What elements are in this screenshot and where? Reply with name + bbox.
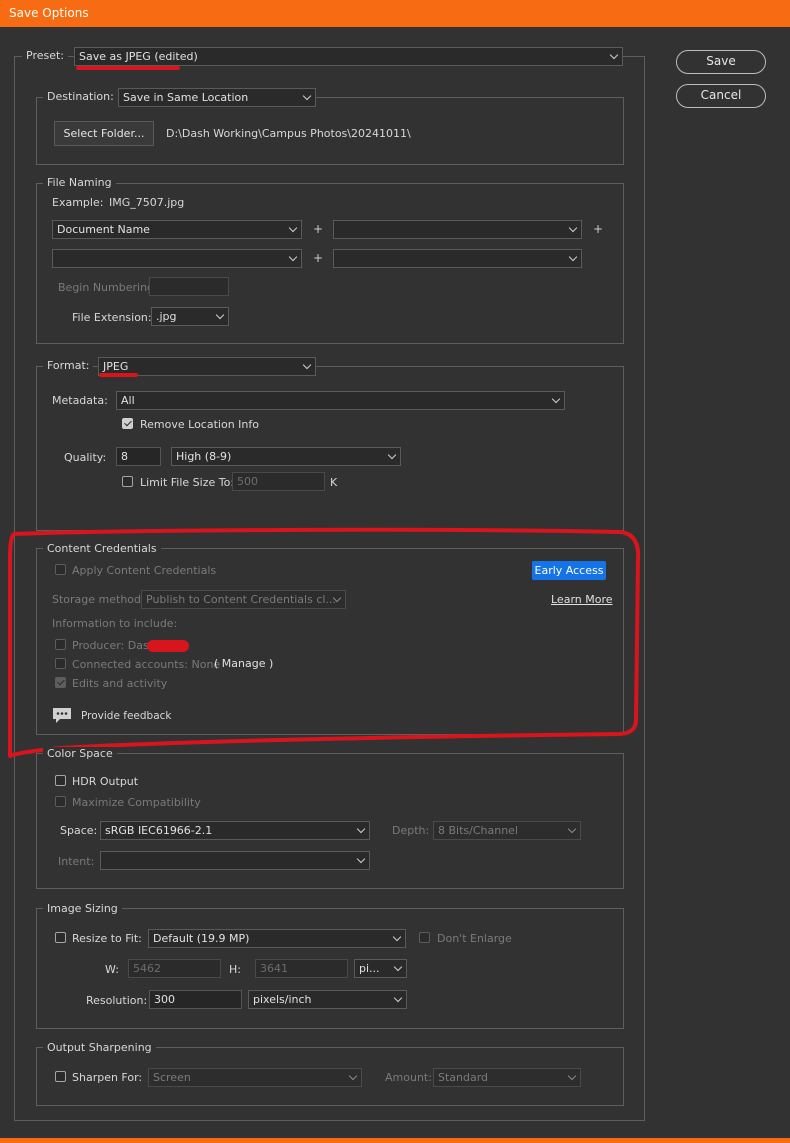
sharpen-for-label: Sharpen For:: [72, 1071, 143, 1084]
width-input[interactable]: 5462: [128, 959, 221, 978]
bottom-accent-bar: [0, 1138, 790, 1143]
preset-select[interactable]: Save as JPEG (edited): [74, 47, 623, 66]
resize-to-fit-checkbox[interactable]: [55, 932, 66, 943]
dont-enlarge-checkbox[interactable]: [419, 932, 430, 943]
size-unit-select[interactable]: pi...: [354, 959, 407, 978]
sharpen-for-select[interactable]: Screen: [148, 1068, 362, 1087]
annotation-underline-format: [99, 373, 138, 377]
quality-label: Quality:: [64, 451, 107, 464]
begin-numbering-input[interactable]: [149, 277, 229, 296]
preset-label: Preset:: [22, 49, 69, 62]
depth-label: Depth:: [392, 824, 430, 837]
plus-3: +: [313, 251, 324, 265]
file-extension-select[interactable]: .jpg: [151, 307, 229, 326]
limit-file-size-input[interactable]: 500: [232, 472, 325, 491]
color-space-title: Color Space: [43, 747, 117, 760]
destination-path: D:\Dash Working\Campus Photos\20241011\: [166, 127, 411, 140]
maximize-compatibility-label: Maximize Compatibility: [72, 796, 201, 809]
intent-label: Intent:: [58, 855, 95, 868]
output-sharpening-title: Output Sharpening: [43, 1041, 156, 1054]
maximize-compatibility-checkbox[interactable]: [55, 796, 66, 807]
plus-1: +: [313, 222, 324, 236]
window-title: Save Options: [9, 6, 89, 20]
format-label: Format:: [43, 359, 94, 372]
file-extension-label: File Extension:: [72, 311, 152, 324]
destination-label: Destination:: [43, 90, 118, 103]
example-value: IMG_7507.jpg: [109, 196, 185, 209]
title-bar: Save Options: [0, 0, 790, 27]
space-label: Space:: [60, 824, 98, 837]
file-naming-field-4[interactable]: [333, 249, 582, 268]
image-sizing-title: Image Sizing: [43, 902, 122, 915]
limit-unit: K: [330, 476, 338, 489]
limit-file-size-checkbox[interactable]: [122, 476, 133, 487]
resize-to-fit-label: Resize to Fit:: [72, 932, 142, 945]
amount-label: Amount:: [385, 1071, 432, 1084]
file-naming-title: File Naming: [43, 176, 116, 189]
cancel-button[interactable]: Cancel: [676, 84, 766, 108]
remove-location-label: Remove Location Info: [140, 418, 259, 431]
file-naming-field-3[interactable]: [52, 249, 302, 268]
height-label: H:: [229, 963, 241, 976]
height-input[interactable]: 3641: [255, 959, 348, 978]
annotation-loop: [8, 527, 641, 758]
dont-enlarge-label: Don't Enlarge: [437, 932, 512, 945]
limit-file-size-label: Limit File Size To:: [140, 476, 235, 489]
annotation-underline-preset: [76, 66, 180, 70]
save-button[interactable]: Save: [676, 50, 766, 74]
hdr-output-label: HDR Output: [72, 775, 139, 788]
file-naming-field-2[interactable]: [333, 220, 582, 239]
width-label: W:: [105, 963, 119, 976]
resolution-label: Resolution:: [86, 994, 148, 1007]
destination-select[interactable]: Save in Same Location: [118, 88, 316, 107]
metadata-select[interactable]: All: [116, 391, 565, 410]
amount-select[interactable]: Standard: [433, 1068, 581, 1087]
space-select[interactable]: sRGB IEC61966-2.1: [100, 821, 370, 840]
hdr-output-checkbox[interactable]: [55, 775, 66, 786]
intent-select[interactable]: [100, 851, 370, 870]
begin-numbering-label: Begin Numbering:: [58, 281, 158, 294]
metadata-label: Metadata:: [52, 394, 108, 407]
quality-input[interactable]: 8: [116, 447, 161, 466]
select-folder-button[interactable]: Select Folder...: [54, 121, 154, 146]
sharpen-for-checkbox[interactable]: [55, 1071, 66, 1082]
resize-to-fit-select[interactable]: Default (19.9 MP): [148, 929, 406, 948]
depth-select[interactable]: 8 Bits/Channel: [433, 821, 581, 840]
file-naming-field-1[interactable]: Document Name: [52, 220, 302, 239]
resolution-unit-select[interactable]: pixels/inch: [248, 990, 407, 1009]
resolution-input[interactable]: 300: [149, 990, 242, 1009]
remove-location-checkbox[interactable]: [122, 418, 133, 429]
example-label: Example:: [52, 196, 104, 209]
plus-2: +: [593, 222, 604, 236]
quality-preset-select[interactable]: High (8-9): [171, 447, 401, 466]
